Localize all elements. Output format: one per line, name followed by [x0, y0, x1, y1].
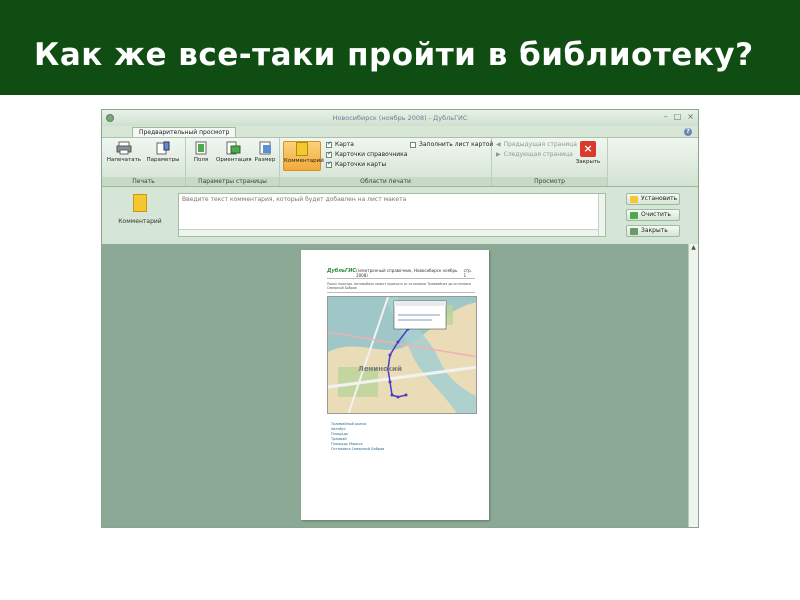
- arrow-right-icon: ▶: [496, 151, 501, 158]
- comment-vscrollbar[interactable]: [598, 194, 605, 236]
- checkbox[interactable]: [326, 150, 332, 158]
- set-comment-button[interactable]: Установить: [626, 193, 680, 205]
- scroll-up-icon[interactable]: ▲: [689, 244, 698, 251]
- map-label-district: Ленинский: [358, 365, 402, 373]
- margins-button[interactable]: Поля: [186, 141, 216, 171]
- group-label-view: Просмотр: [492, 177, 607, 186]
- size-icon: [259, 141, 271, 155]
- page-header-text: (электронный справочник, Новосибирск ноя…: [356, 268, 458, 278]
- check-map-cards[interactable]: Карточки карты: [326, 160, 386, 168]
- comment-icon-block: Комментарий: [110, 194, 170, 225]
- clear-comment-button[interactable]: Очистить: [626, 209, 680, 221]
- divider: [327, 292, 475, 293]
- preview-vscrollbar[interactable]: ▲: [688, 244, 698, 527]
- group-print-areas: Комментарий Карта Карточки справочника К…: [280, 138, 493, 186]
- list-item: Остановка Северный Бобров: [331, 447, 385, 451]
- margins-icon: [195, 141, 207, 155]
- preview-area: ДубльГИС (электронный справочник, Новоси…: [102, 244, 688, 527]
- checkbox[interactable]: [326, 140, 332, 148]
- route-map: Ленинский: [327, 296, 477, 414]
- params-icon: [156, 141, 170, 155]
- group-label-print-areas: Области печати: [280, 177, 491, 186]
- window-controls: – □ ×: [664, 112, 694, 122]
- orientation-button[interactable]: Ориентация: [216, 141, 252, 171]
- map-graphic: [328, 297, 476, 413]
- comment-note-icon: [133, 194, 147, 212]
- help-icon[interactable]: ?: [684, 128, 692, 136]
- divider: [327, 278, 475, 279]
- close-comment-button[interactable]: Закрыть: [626, 225, 680, 237]
- close-window-icon[interactable]: ×: [687, 112, 694, 122]
- next-page-button[interactable]: ▶ Следующая страница: [496, 151, 573, 158]
- check-fill-sheet[interactable]: Заполнить лист картой: [410, 141, 493, 148]
- maximize-icon[interactable]: □: [674, 112, 682, 122]
- printer-icon: [116, 141, 132, 155]
- page-description: Поиск проезда. Автомобиль может проехать…: [327, 282, 471, 290]
- page-header: ДубльГИС (электронный справочник, Новоси…: [327, 268, 475, 278]
- title-bar: Новосибирск (ноябрь 2008) - ДубльГИС – □…: [102, 110, 698, 126]
- group-view: ◀ Предыдущая страница ▶ Следующая страни…: [492, 138, 608, 186]
- group-label-print: Печать: [102, 177, 185, 186]
- minimize-icon[interactable]: –: [664, 112, 668, 122]
- params-button[interactable]: Параметры: [144, 141, 182, 171]
- orientation-icon: [226, 141, 241, 155]
- comment-hscrollbar[interactable]: [179, 229, 598, 236]
- close-preview-button[interactable]: × Закрыть: [570, 141, 606, 171]
- ribbon-tabs: Предварительный просмотр ?: [102, 126, 698, 138]
- checkbox[interactable]: [410, 141, 416, 148]
- comment-panel: Комментарий Введите текст комментария, к…: [102, 188, 698, 242]
- check-directory-cards[interactable]: Карточки справочника: [326, 150, 407, 158]
- dublgis-logo: ДубльГИС: [327, 268, 357, 274]
- slide-title: Как же все-таки пройти в библиотеку?: [34, 37, 754, 73]
- checkbox[interactable]: [326, 160, 332, 168]
- print-button[interactable]: Напечатать: [105, 141, 143, 171]
- app-menu-icon[interactable]: [106, 114, 114, 122]
- page-number: стр. 1: [463, 268, 472, 278]
- close-icon: ×: [580, 141, 596, 157]
- size-button[interactable]: Размер: [250, 141, 280, 171]
- clear-icon: [630, 212, 638, 219]
- prev-page-button[interactable]: ◀ Предыдущая страница: [496, 141, 577, 148]
- app-window: Новосибирск (ноябрь 2008) - ДубльГИС – □…: [101, 109, 699, 528]
- ribbon: Напечатать Параметры Печать Поля Ориента…: [102, 137, 698, 187]
- set-icon: [630, 196, 638, 203]
- slide-header: Как же все-таки пройти в библиотеку?: [0, 0, 800, 95]
- route-list: Трамвайный рынок Автобус Площадь Трамвай…: [331, 422, 481, 452]
- close-comment-icon: [630, 228, 638, 235]
- comment-area-button[interactable]: Комментарий: [283, 141, 324, 171]
- group-page-params: Поля Ориентация Размер Параметры страниц…: [186, 138, 280, 186]
- window-title: Новосибирск (ноябрь 2008) - ДубльГИС: [332, 114, 468, 122]
- preview-page: ДубльГИС (электронный справочник, Новоси…: [301, 250, 489, 520]
- note-icon: [296, 142, 308, 156]
- group-print: Напечатать Параметры Печать: [102, 138, 186, 186]
- comment-input[interactable]: Введите текст комментария, который будет…: [178, 193, 606, 237]
- group-label-page-params: Параметры страницы: [186, 177, 279, 186]
- check-map[interactable]: Карта: [326, 140, 354, 148]
- arrow-left-icon: ◀: [496, 141, 501, 148]
